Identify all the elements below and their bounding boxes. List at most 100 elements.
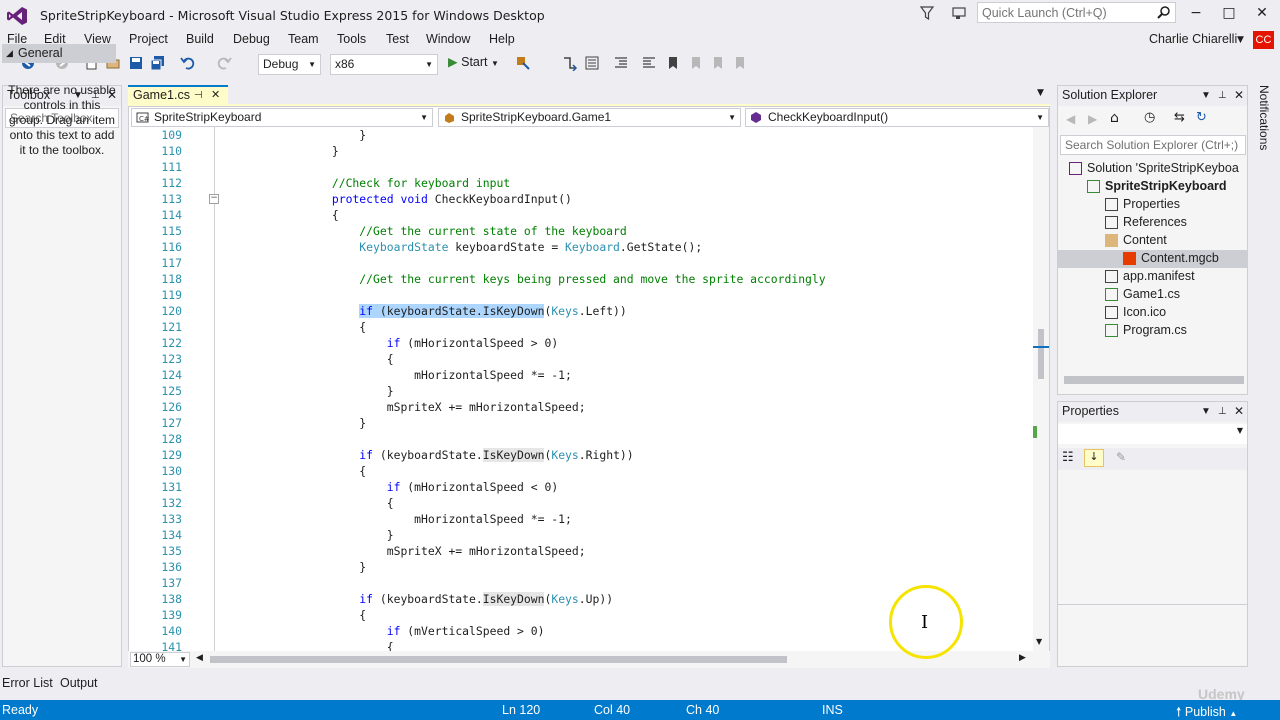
forward-icon[interactable]: ▶	[1088, 112, 1097, 126]
code-text-area[interactable]: 109 } 110 } 111 112 //Check for keyboard in…	[130, 127, 1033, 651]
code-line[interactable]: 109 }	[130, 127, 1033, 143]
step-icon[interactable]	[562, 55, 578, 71]
solution-tree-item[interactable]: ▷References	[1105, 213, 1275, 231]
collapse-region-icon[interactable]: −	[209, 194, 219, 204]
avatar[interactable]: CC	[1253, 31, 1274, 49]
code-line[interactable]: 135 mSpriteX += mHorizontalSpeed;	[130, 543, 1033, 559]
code-line[interactable]: 111	[130, 159, 1033, 175]
sync-icon[interactable]: ⇆	[1174, 110, 1185, 125]
code-line[interactable]: 121 {	[130, 319, 1033, 335]
vertical-scrollbar[interactable]	[1033, 127, 1049, 651]
scroll-down-icon[interactable]: ▼	[1036, 637, 1042, 646]
tab-output[interactable]: Output	[60, 676, 98, 690]
code-line[interactable]: 129 if (keyboardState.IsKeyDown(Keys.Rig…	[130, 447, 1033, 463]
pin-icon[interactable]: ⊥	[1218, 86, 1227, 105]
window-position-icon[interactable]: ▼	[1201, 402, 1211, 421]
close-window-button[interactable]: ✕	[1252, 3, 1272, 23]
code-line[interactable]: 122 if (mHorizontalSpeed > 0)	[130, 335, 1033, 351]
code-line[interactable]: 113 protected void CheckKeyboardInput()	[130, 191, 1033, 207]
code-line[interactable]: 115 //Get the current state of the keybo…	[130, 223, 1033, 239]
scroll-right-icon[interactable]: ▶	[1019, 653, 1026, 663]
class-nav-dropdown[interactable]: SpriteStripKeyboard.Game1 ▼	[438, 108, 741, 127]
publish-button[interactable]: 🠕 Publish ▲	[1176, 703, 1237, 720]
notifications-tab[interactable]: Notifications	[1253, 85, 1275, 155]
chevron-down-icon[interactable]: ▼	[1237, 35, 1244, 45]
code-line[interactable]: 117	[130, 255, 1033, 271]
start-debugging-button[interactable]: ▶ Start ▼	[448, 54, 499, 69]
maximize-button[interactable]: □	[1219, 3, 1239, 23]
horizontal-scroll-thumb[interactable]	[210, 656, 787, 663]
menu-build[interactable]: Build	[186, 32, 214, 46]
alphabetical-icon[interactable]: ↓	[1084, 449, 1104, 467]
solution-scroll-thumb[interactable]	[1064, 376, 1244, 384]
refresh-icon[interactable]: ↻	[1196, 110, 1207, 125]
pin-icon[interactable]: ⊥	[1218, 402, 1227, 421]
solution-tree-item[interactable]: ◢Content	[1105, 231, 1275, 249]
solution-search-input[interactable]: Search Solution Explorer (Ctrl+;)	[1060, 135, 1246, 155]
scroll-thumb[interactable]	[1038, 329, 1044, 379]
code-line[interactable]: 132 {	[130, 495, 1033, 511]
feedback-icon[interactable]	[950, 4, 968, 22]
code-line[interactable]: 128	[130, 431, 1033, 447]
outdent-icon[interactable]	[641, 55, 657, 71]
code-line[interactable]: 119	[130, 287, 1033, 303]
code-line[interactable]: 137	[130, 575, 1033, 591]
code-line[interactable]: 112 //Check for keyboard input	[130, 175, 1033, 191]
bookmark-next-icon[interactable]	[710, 55, 726, 71]
tab-game1-cs[interactable]: Game1.cs ⊣ ✕	[128, 85, 228, 105]
code-line[interactable]: 136 }	[130, 559, 1033, 575]
zoom-dropdown[interactable]: 100 % ▼	[130, 652, 190, 667]
code-line[interactable]: 110 }	[130, 143, 1033, 159]
history-icon[interactable]: ◷	[1144, 110, 1155, 125]
properties-object-dropdown[interactable]: ▼	[1058, 424, 1247, 444]
solution-tree-item[interactable]: Icon.ico	[1105, 303, 1275, 321]
code-line[interactable]: 126 mSpriteX += mHorizontalSpeed;	[130, 399, 1033, 415]
attach-icon[interactable]	[515, 55, 531, 71]
menu-team[interactable]: Team	[288, 32, 319, 46]
menu-test[interactable]: Test	[386, 32, 409, 46]
member-nav-dropdown[interactable]: CheckKeyboardInput() ▼	[745, 108, 1049, 127]
code-line[interactable]: 127 }	[130, 415, 1033, 431]
tab-error-list[interactable]: Error List	[2, 676, 53, 690]
scroll-left-icon[interactable]: ◀	[196, 653, 203, 663]
code-line[interactable]: 130 {	[130, 463, 1033, 479]
menu-help[interactable]: Help	[489, 32, 515, 46]
menu-project[interactable]: Project	[129, 32, 168, 46]
property-pages-icon[interactable]: ✎	[1116, 450, 1126, 464]
close-tab-icon[interactable]: ✕	[211, 87, 220, 103]
menu-debug[interactable]: Debug	[233, 32, 270, 46]
user-name[interactable]: Charlie Chiarelli	[1149, 32, 1237, 46]
code-line[interactable]: 124 mHorizontalSpeed *= -1;	[130, 367, 1033, 383]
platform-dropdown[interactable]: x86 ▼	[330, 54, 438, 75]
bookmark-icon[interactable]	[665, 55, 681, 71]
solution-tree-item[interactable]: ▷Program.cs	[1105, 321, 1275, 339]
quick-launch-box[interactable]	[977, 2, 1176, 23]
project-nav-dropdown[interactable]: C# SpriteStripKeyboard ▼	[131, 108, 433, 127]
solution-tree-item[interactable]: ▷Game1.cs	[1105, 285, 1275, 303]
code-line[interactable]: 133 mHorizontalSpeed *= -1;	[130, 511, 1033, 527]
configuration-dropdown[interactable]: Debug ▼	[258, 54, 321, 75]
code-line[interactable]: 116 KeyboardState keyboardState = Keyboa…	[130, 239, 1033, 255]
code-line[interactable]: 114 {	[130, 207, 1033, 223]
bookmark-clear-icon[interactable]	[732, 55, 748, 71]
redo-icon[interactable]	[216, 55, 232, 71]
solution-tree-item[interactable]: Content.mgcb	[1123, 249, 1280, 267]
back-icon[interactable]: ◀	[1066, 112, 1075, 126]
solution-tree-item[interactable]: Solution 'SpriteStripKeyboard' (1 projec…	[1069, 159, 1239, 177]
close-icon[interactable]: ✕	[1234, 86, 1244, 105]
minimize-button[interactable]: −	[1186, 3, 1206, 23]
menu-window[interactable]: Window	[426, 32, 470, 46]
save-all-icon[interactable]	[150, 55, 166, 71]
pin-icon[interactable]: ⊣	[194, 88, 203, 104]
bookmark-prev-icon[interactable]	[688, 55, 704, 71]
toolbox-group-general[interactable]: ◢ General	[2, 44, 116, 63]
code-line[interactable]: 120 if (keyboardState.IsKeyDown(Keys.Lef…	[130, 303, 1033, 319]
indent-icon[interactable]	[613, 55, 629, 71]
filter-icon[interactable]	[918, 4, 936, 22]
tab-overflow-icon[interactable]: ▼	[1037, 88, 1044, 98]
hierarchy-icon[interactable]	[584, 55, 600, 71]
code-line[interactable]: 134 }	[130, 527, 1033, 543]
close-icon[interactable]: ✕	[1234, 402, 1244, 421]
window-position-icon[interactable]: ▼	[1201, 86, 1211, 105]
solution-tree-item[interactable]: app.manifest	[1105, 267, 1275, 285]
